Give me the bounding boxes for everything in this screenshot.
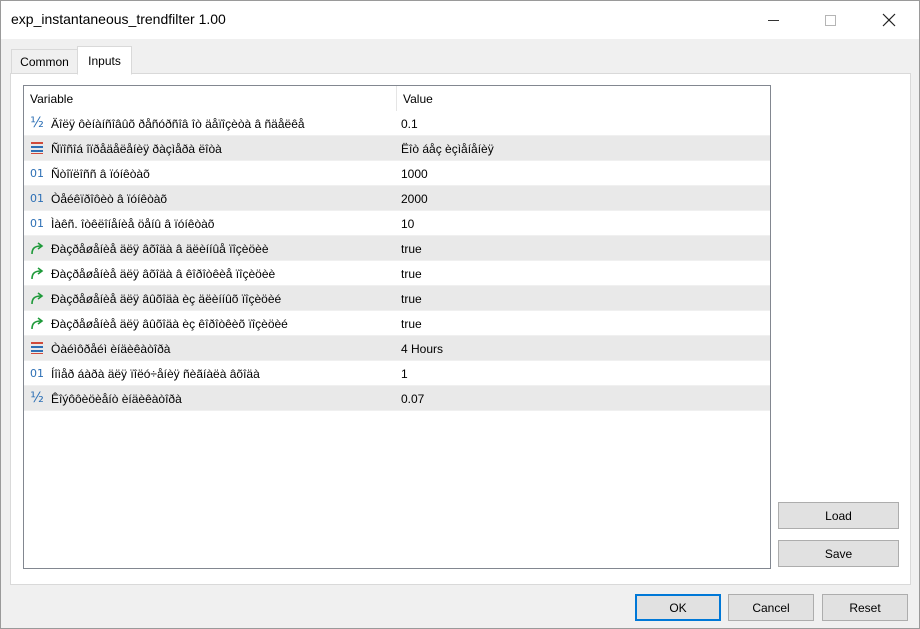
table-row[interactable]: 01 Òåéêïðîôèò â ïóíêòàõ 2000 xyxy=(24,186,770,211)
integer-icon: 01 xyxy=(29,190,45,206)
table-row[interactable]: 01 Ñòîïëîññ â ïóíêòàõ 1000 xyxy=(24,161,770,186)
dialog-window: exp_instantaneous_trendfilter 1.00 Commo… xyxy=(0,0,920,629)
variable-value[interactable]: true xyxy=(401,236,761,261)
fraction-icon-glyph: ½ xyxy=(30,390,44,406)
enum-icon xyxy=(29,140,45,156)
reset-button[interactable]: Reset xyxy=(822,594,908,621)
inputs-panel: Variable Value ½ Äîëÿ ôèíàíñîâûõ ðåñóðñîâ… xyxy=(10,73,911,585)
variable-value[interactable]: 0.07 xyxy=(401,386,761,411)
table-row[interactable]: Òàéìôðåéì èíäèêàòîðà 4 Hours xyxy=(24,336,770,361)
integer-icon: 01 xyxy=(29,215,45,231)
table-row[interactable]: 01 Íîìåð áàðà äëÿ ïîëó÷åíèÿ ñèãíàëà âõîäà… xyxy=(24,361,770,386)
table-row[interactable]: Ðàçðåøåíèå äëÿ âõîäà â êîðîòêèå ïîçèöèè t… xyxy=(24,261,770,286)
column-header-value[interactable]: Value xyxy=(397,86,770,111)
variable-value[interactable]: true xyxy=(401,311,761,336)
enum-icon xyxy=(29,340,45,356)
table-row[interactable]: Ðàçðåøåíèå äëÿ âûõîäà èç äëèííûõ ïîçèöèé… xyxy=(24,286,770,311)
cancel-button[interactable]: Cancel xyxy=(728,594,814,621)
fraction-icon: ½ xyxy=(29,390,45,406)
integer-icon-glyph: 01 xyxy=(30,216,44,230)
bool-icon xyxy=(29,290,45,306)
variable-value[interactable]: true xyxy=(401,261,761,286)
variable-name: Ðàçðåøåíèå äëÿ âõîäà â äëèííûå ïîçèöèè xyxy=(51,241,269,256)
variable-name: Êîýôôèöèåíò èíäèêàòîðà xyxy=(51,391,182,406)
minimize-icon xyxy=(767,19,779,21)
variable-name: Ñïîñîá îïðåäåëåíèÿ ðàçìåðà ëîòà xyxy=(51,141,222,156)
variable-name: Ðàçðåøåíèå äëÿ âûõîäà èç êîðîòêèõ ïîçèöè… xyxy=(51,316,288,331)
integer-icon: 01 xyxy=(29,365,45,381)
bool-icon xyxy=(29,240,45,256)
variable-name: Òàéìôðåéì èíäèêàòîðà xyxy=(51,341,171,356)
close-button[interactable] xyxy=(866,1,912,39)
window-title: exp_instantaneous_trendfilter 1.00 xyxy=(11,11,226,27)
variable-name: Íîìåð áàðà äëÿ ïîëó÷åíèÿ ñèãíàëà âõîäà xyxy=(51,366,260,381)
variable-value[interactable]: 1000 xyxy=(401,161,761,186)
integer-icon-glyph: 01 xyxy=(30,166,44,180)
integer-icon: 01 xyxy=(29,165,45,181)
fraction-icon: ½ xyxy=(29,115,45,131)
tab-inputs[interactable]: Inputs xyxy=(77,46,132,75)
ok-button[interactable]: OK xyxy=(635,594,721,621)
variable-name: Òåéêïðîôèò â ïóíêòàõ xyxy=(51,191,168,206)
variable-value[interactable]: true xyxy=(401,286,761,311)
variable-name: Ðàçðåøåíèå äëÿ âûõîäà èç äëèííûõ ïîçèöèé xyxy=(51,291,282,306)
fraction-icon-glyph: ½ xyxy=(30,115,44,131)
variable-name: Ðàçðåøåíèå äëÿ âõîäà â êîðîòêèå ïîçèöèè xyxy=(51,266,276,281)
variable-value[interactable]: 1 xyxy=(401,361,761,386)
close-icon xyxy=(882,13,896,27)
title-bar: exp_instantaneous_trendfilter 1.00 xyxy=(1,1,919,39)
column-header-variable[interactable]: Variable xyxy=(24,86,397,111)
save-button[interactable]: Save xyxy=(778,540,899,567)
table-row[interactable]: 01 Ìàêñ. îòêëîíåíèå öåíû â ïóíêòàõ 10 xyxy=(24,211,770,236)
variable-name: Äîëÿ ôèíàíñîâûõ ðåñóðñîâ îò äåïîçèòà â ñ… xyxy=(51,116,305,131)
variable-value[interactable]: Ëîò áåç èçìåíåíèÿ xyxy=(401,136,761,161)
table-row[interactable]: ½ Äîëÿ ôèíàíñîâûõ ðåñóðñîâ îò äåïîçèòà â … xyxy=(24,111,770,136)
maximize-icon xyxy=(824,14,836,26)
variable-value[interactable]: 4 Hours xyxy=(401,336,761,361)
table-row[interactable]: Ñïîñîá îïðåäåëåíèÿ ðàçìåðà ëîòà Ëîò áåç è… xyxy=(24,136,770,161)
load-button[interactable]: Load xyxy=(778,502,899,529)
variable-value[interactable]: 10 xyxy=(401,211,761,236)
grid-header: Variable Value xyxy=(24,86,770,111)
maximize-button[interactable] xyxy=(807,1,853,39)
table-row[interactable]: Ðàçðåøåíèå äëÿ âõîäà â äëèííûå ïîçèöèè tr… xyxy=(24,236,770,261)
bool-icon xyxy=(29,265,45,281)
table-row[interactable]: Ðàçðåøåíèå äëÿ âûõîäà èç êîðîòêèõ ïîçèöè… xyxy=(24,311,770,336)
table-row[interactable]: ½ Êîýôôèöèåíò èíäèêàòîðà 0.07 xyxy=(24,386,770,411)
variable-value[interactable]: 0.1 xyxy=(401,111,761,136)
tab-strip: Common Inputs xyxy=(11,46,911,75)
tab-common[interactable]: Common xyxy=(11,49,78,74)
minimize-button[interactable] xyxy=(750,1,796,39)
variable-name: Ìàêñ. îòêëîíåíèå öåíû â ïóíêòàõ xyxy=(51,216,215,231)
variable-value[interactable]: 2000 xyxy=(401,186,761,211)
variable-name: Ñòîïëîññ â ïóíêòàõ xyxy=(51,166,150,181)
integer-icon-glyph: 01 xyxy=(30,191,44,205)
parameters-grid: Variable Value ½ Äîëÿ ôèíàíñîâûõ ðåñóðñîâ… xyxy=(23,85,771,569)
integer-icon-glyph: 01 xyxy=(30,366,44,380)
bool-icon xyxy=(29,315,45,331)
